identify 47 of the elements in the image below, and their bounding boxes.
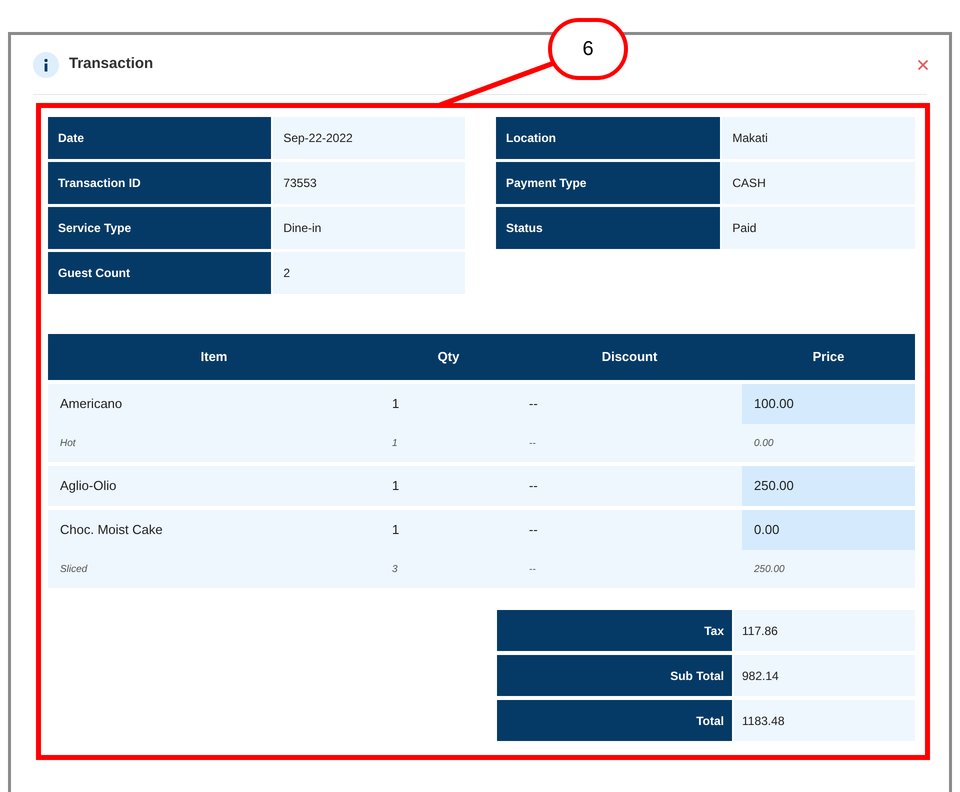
detail-label: Status bbox=[496, 207, 720, 249]
detail-label: Transaction ID bbox=[48, 162, 272, 204]
price-cell: 0.00 bbox=[742, 510, 915, 550]
price-cell: 250.00 bbox=[742, 466, 915, 506]
detail-label: Guest Count bbox=[48, 252, 272, 294]
column-header: Discount bbox=[600, 348, 658, 366]
detail-value: Sep-22-2022 bbox=[273, 117, 465, 159]
total-label: Sub Total bbox=[497, 655, 732, 696]
discount-cell-text: -- bbox=[528, 477, 539, 496]
price-cell: 100.00 bbox=[742, 384, 915, 424]
discount-cell-text: -- bbox=[528, 521, 539, 540]
total-value: 982.14 bbox=[734, 655, 915, 696]
detail-value: CASH bbox=[722, 162, 915, 204]
detail-value: Paid bbox=[722, 207, 915, 249]
dialog-title: Transaction bbox=[69, 54, 154, 74]
discount-cell-text: -- bbox=[528, 395, 539, 414]
item-name: Americano bbox=[59, 395, 124, 414]
discount-cell-text: -- bbox=[528, 436, 537, 450]
detail-label: Payment Type bbox=[496, 162, 720, 204]
detail-value: 2 bbox=[273, 252, 465, 294]
qty-cell-text: 1 bbox=[391, 521, 400, 540]
column-header: Qty bbox=[436, 348, 460, 366]
callout-marker: 6 bbox=[548, 18, 628, 80]
item-name: Choc. Moist Cake bbox=[59, 521, 164, 540]
item-name: Hot bbox=[59, 436, 77, 450]
total-value: 1183.48 bbox=[734, 700, 915, 741]
discount-cell-text: -- bbox=[528, 562, 537, 576]
detail-label: Location bbox=[496, 117, 720, 159]
price-cell-text: 0.00 bbox=[753, 436, 774, 450]
qty-cell-text: 3 bbox=[391, 562, 399, 576]
column-header: Price bbox=[812, 348, 846, 366]
detail-value: Makati bbox=[722, 117, 915, 159]
total-label: Tax bbox=[497, 610, 732, 651]
price-cell-text: 250.00 bbox=[753, 562, 786, 576]
total-label: Total bbox=[497, 700, 732, 741]
detail-label: Service Type bbox=[48, 207, 272, 249]
detail-label: Date bbox=[48, 117, 272, 159]
item-name: Sliced bbox=[59, 562, 88, 576]
qty-cell-text: 1 bbox=[391, 395, 400, 414]
item-name: Aglio-Olio bbox=[59, 477, 118, 496]
total-value: 117.86 bbox=[734, 610, 915, 651]
detail-value: 73553 bbox=[273, 162, 465, 204]
qty-cell-text: 1 bbox=[391, 477, 400, 496]
detail-value: Dine-in bbox=[273, 207, 465, 249]
qty-cell-text: 1 bbox=[391, 436, 399, 450]
column-header: Item bbox=[200, 348, 228, 366]
info-icon bbox=[33, 52, 59, 78]
